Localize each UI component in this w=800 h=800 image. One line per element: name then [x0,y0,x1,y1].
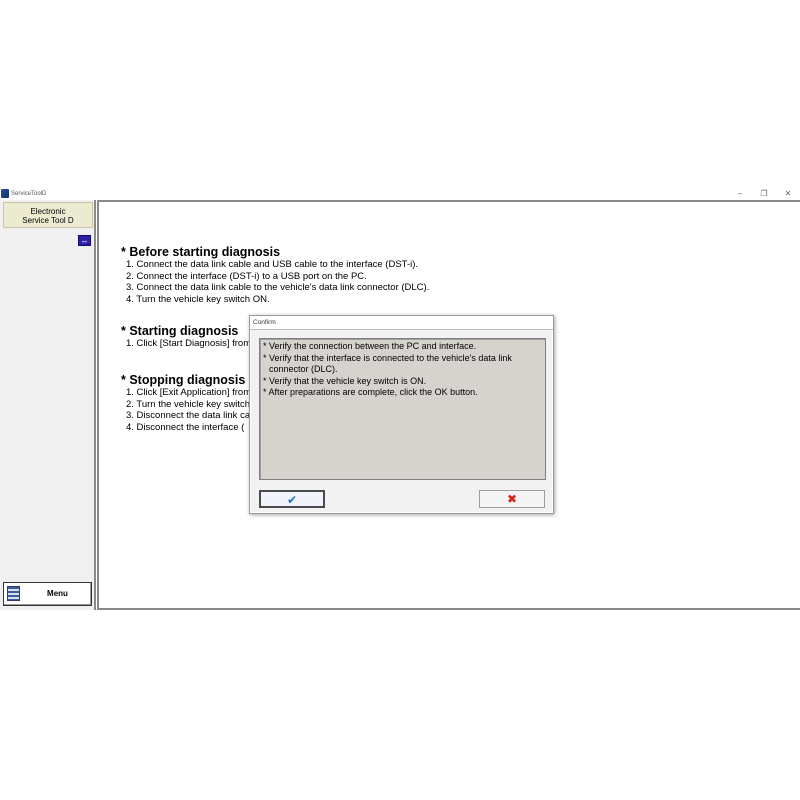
section-starting: * Starting diagnosis 1. Click [Start Dia… [121,324,251,350]
step-list: 1. Click [Exit Application] from 2. Turn… [121,387,251,433]
step-item: 4. Disconnect the interface ( [126,421,245,433]
step-item: 3. Disconnect the data link ca [126,410,251,421]
message-box: * Verify the connection between the PC a… [259,338,546,480]
restore-button[interactable]: ❐ [752,188,776,200]
step-item: 3. Connect the data link cable to the ve… [126,282,430,293]
sidebar-header-line1: Electronic [30,207,66,216]
step-item: 2. Turn the vehicle key switch [126,398,251,410]
section-stopping: * Stopping diagnosis 1. Click [Exit Appl… [121,373,251,433]
checkmark-icon: ✔ [286,493,298,507]
section-before-starting: * Before starting diagnosis 1. Connect t… [121,245,429,305]
menu-list-icon [7,586,20,601]
step-list: 1. Connect the data link cable and USB c… [121,259,429,305]
step-list: 1. Click [Start Diagnosis] from [121,338,251,350]
step-item: 1. Click [Start Diagnosis] from [126,338,252,349]
close-button[interactable]: ✕ [776,188,800,200]
message-line: * Verify that the interface is connected… [263,352,512,363]
section-title: * Stopping diagnosis [121,373,246,387]
cancel-button[interactable]: ✖ [479,490,545,508]
dialog-footer: ✔ ✖ [251,490,552,512]
sidebar-header-line2: Service Tool D [22,216,74,225]
minimize-button[interactable]: – [728,188,752,200]
close-x-icon: ✖ [506,492,518,506]
section-title: * Before starting diagnosis [121,245,281,259]
sidebar-header: Electronic Service Tool D [3,202,93,228]
section-title: * Starting diagnosis [121,324,239,338]
ok-button[interactable]: ✔ [259,490,325,508]
menu-button[interactable]: Menu [3,582,92,606]
menu-button-label: Menu [47,589,68,598]
message-line: connector (DLC). [269,364,338,374]
app-logo-icon [1,189,9,198]
step-item: 1. Click [Exit Application] from [126,387,252,398]
confirm-dialog: Confirm * Verify the connection between … [249,315,554,514]
message-line: * Verify that the vehicle key switch is … [263,375,427,386]
step-item: 4. Turn the vehicle key switch ON. [126,293,270,305]
dialog-title[interactable]: Confirm [250,316,553,330]
dialog-body: * Verify the connection between the PC a… [251,330,552,490]
step-item: 2. Connect the interface (DST-i) to a US… [126,270,367,282]
message-line: * After preparations are complete, click… [263,387,478,397]
switch-arrows-icon[interactable]: ↔ [78,235,91,246]
title-bar: ServiceToolD – ❐ ✕ [0,188,800,200]
sidebar: Electronic Service Tool D ↔ Menu [0,200,96,610]
window-title: ServiceToolD [11,191,47,197]
step-item: 1. Connect the data link cable and USB c… [126,259,419,270]
message-line: * Verify the connection between the PC a… [263,341,477,351]
